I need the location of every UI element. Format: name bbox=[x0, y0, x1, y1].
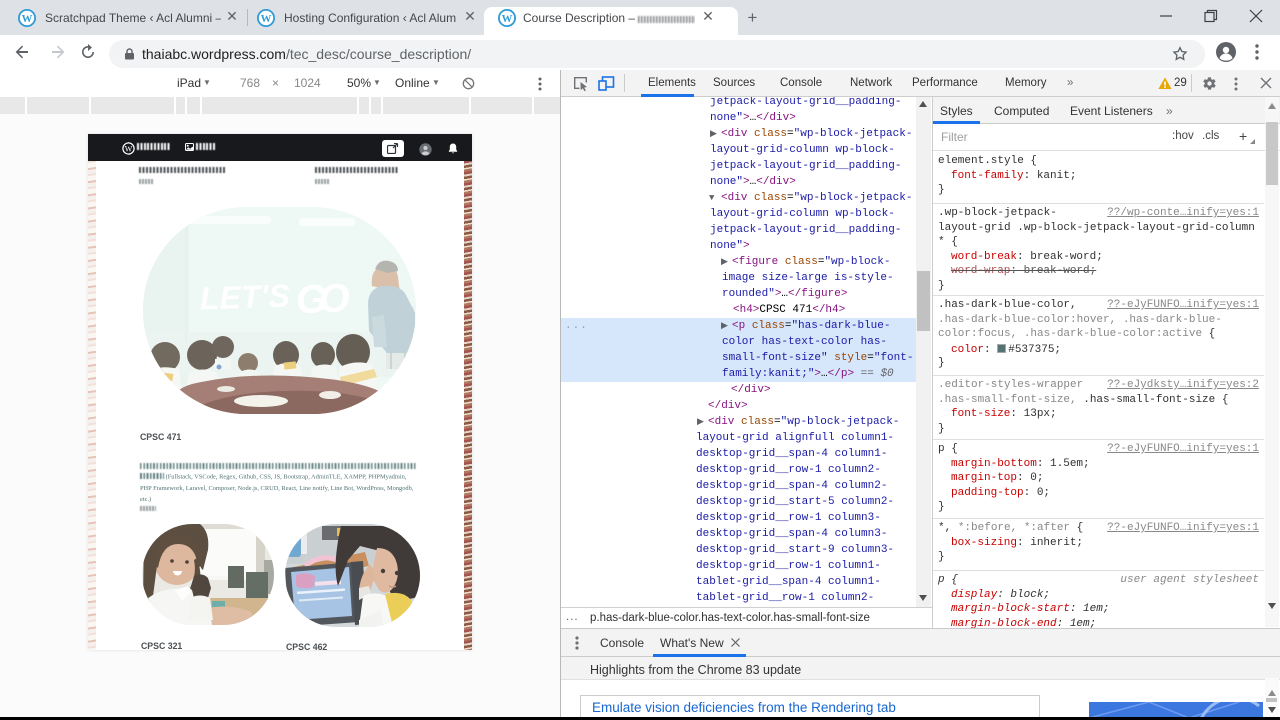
svg-text:W: W bbox=[261, 13, 272, 25]
svg-text:W: W bbox=[502, 13, 513, 25]
svg-text:LET'S: LET'S bbox=[199, 277, 291, 316]
svg-text:GO: GO bbox=[295, 276, 351, 322]
svg-text:W: W bbox=[22, 13, 33, 25]
svg-text:W: W bbox=[125, 144, 133, 153]
